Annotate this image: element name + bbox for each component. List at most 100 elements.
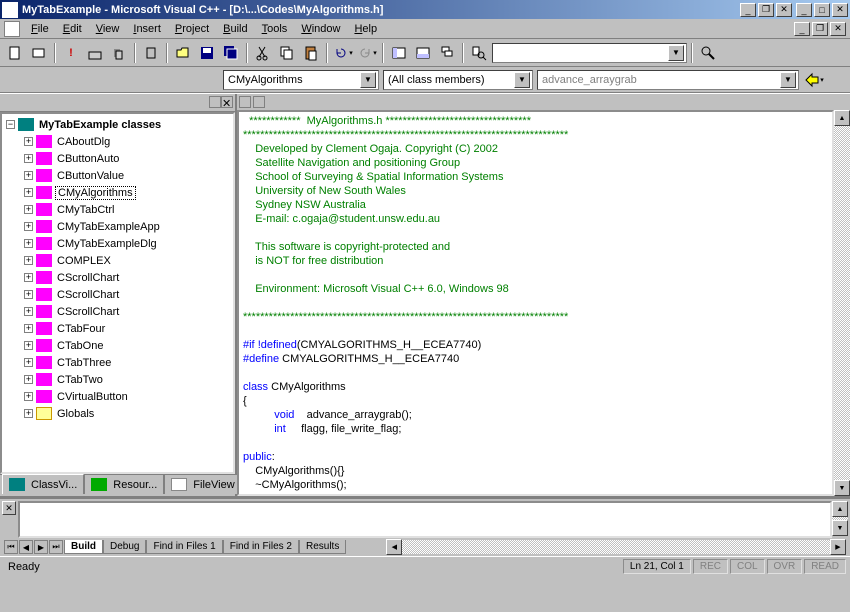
scroll-up-icon[interactable]: ▲ <box>834 110 850 126</box>
open-button[interactable] <box>172 42 194 64</box>
tree-expand-icon[interactable]: + <box>24 392 33 401</box>
code-editor[interactable]: ************ MyAlgorithms.h ************… <box>237 110 834 496</box>
tab-classview[interactable]: ClassVi... <box>2 474 84 494</box>
tree-item[interactable]: +CTabThree <box>4 354 231 371</box>
split-button-2[interactable] <box>253 96 265 108</box>
new-button[interactable] <box>28 42 50 64</box>
new-text-button[interactable] <box>4 42 26 64</box>
scroll-down-icon[interactable]: ▼ <box>832 520 848 536</box>
output-vscrollbar[interactable]: ▲ ▼ <box>832 501 848 536</box>
tree-expand-icon[interactable]: + <box>24 290 33 299</box>
menu-view[interactable]: View <box>89 21 127 37</box>
tree-expand-icon[interactable]: + <box>24 188 33 197</box>
mdi-child-minimize[interactable]: _ <box>794 22 810 36</box>
maximize-button[interactable]: □ <box>814 3 830 17</box>
tree-expand-icon[interactable]: + <box>24 222 33 231</box>
tree-item[interactable]: +CTabFour <box>4 320 231 337</box>
menu-window[interactable]: Window <box>294 21 347 37</box>
menu-project[interactable]: Project <box>168 21 216 37</box>
dropdown-icon[interactable]: ▼ <box>780 72 796 88</box>
output-tab-debug[interactable]: Debug <box>103 540 146 554</box>
find-button[interactable] <box>697 42 719 64</box>
tree-item[interactable]: +CMyTabCtrl <box>4 201 231 218</box>
split-button-1[interactable] <box>239 96 251 108</box>
tree-expand-icon[interactable]: + <box>24 137 33 146</box>
build-button[interactable] <box>84 42 106 64</box>
mdi-child-close[interactable]: ✕ <box>830 22 846 36</box>
workspace-button[interactable] <box>388 42 410 64</box>
tree-item[interactable]: +CAboutDlg <box>4 133 231 150</box>
tree-expand-icon[interactable]: + <box>24 273 33 282</box>
tree-root[interactable]: − MyTabExample classes <box>4 116 231 133</box>
mdi-child-restore[interactable]: ❐ <box>812 22 828 36</box>
mdi-minimize-button[interactable]: _ <box>740 3 756 17</box>
editor-vscrollbar[interactable]: ▲ ▼ <box>834 110 850 496</box>
stop-build-button[interactable] <box>108 42 130 64</box>
tree-item[interactable]: +CButtonAuto <box>4 150 231 167</box>
tab-resourceview[interactable]: Resour... <box>84 474 164 494</box>
tree-expand-icon[interactable]: + <box>24 154 33 163</box>
paste-button[interactable] <box>300 42 322 64</box>
tree-expand-icon[interactable]: + <box>24 341 33 350</box>
tree-root-label[interactable]: MyTabExample classes <box>37 119 163 131</box>
output-tab-find-in-files-2[interactable]: Find in Files 2 <box>223 540 299 554</box>
tree-collapse-icon[interactable]: − <box>6 120 15 129</box>
class-combo[interactable]: CMyAlgorithms ▼ <box>223 70 379 90</box>
dropdown-icon[interactable]: ▼ <box>360 72 376 88</box>
tab-nav-last[interactable]: ⏭ <box>49 540 63 554</box>
mdi-restore-button[interactable]: ❐ <box>758 3 774 17</box>
tree-item[interactable]: +CTabOne <box>4 337 231 354</box>
close-button[interactable]: ✕ <box>832 3 848 17</box>
tree-item[interactable]: +CTabTwo <box>4 371 231 388</box>
tree-expand-icon[interactable]: + <box>24 375 33 384</box>
find-in-files-button[interactable] <box>468 42 490 64</box>
save-all-button[interactable] <box>220 42 242 64</box>
output-tab-results[interactable]: Results <box>299 540 346 554</box>
tree-item[interactable]: +CMyTabExampleDlg <box>4 235 231 252</box>
sidebar-dock-button[interactable] <box>209 96 221 108</box>
copy-button[interactable] <box>276 42 298 64</box>
attach-button[interactable] <box>140 42 162 64</box>
tree-expand-icon[interactable]: + <box>24 307 33 316</box>
tab-fileview[interactable]: FileView <box>164 474 241 494</box>
tree-expand-icon[interactable]: + <box>24 409 33 418</box>
tab-nav-prev[interactable]: ◀ <box>19 540 33 554</box>
scroll-down-icon[interactable]: ▼ <box>834 480 850 496</box>
menu-help[interactable]: Help <box>347 21 384 37</box>
minimize-button[interactable]: _ <box>796 3 812 17</box>
redo-button[interactable]: ▾ <box>356 42 378 64</box>
tree-expand-icon[interactable]: + <box>24 324 33 333</box>
tree-item[interactable]: +CButtonValue <box>4 167 231 184</box>
sidebar-close-button[interactable]: ✕ <box>221 96 233 108</box>
tree-expand-icon[interactable]: + <box>24 358 33 367</box>
wizard-action-button[interactable]: ▾ <box>803 69 825 91</box>
window-list-button[interactable] <box>436 42 458 64</box>
menu-insert[interactable]: Insert <box>126 21 168 37</box>
mdi-close-button[interactable]: ✕ <box>776 3 792 17</box>
output-button[interactable] <box>412 42 434 64</box>
tree-expand-icon[interactable]: + <box>24 171 33 180</box>
output-tab-find-in-files-1[interactable]: Find in Files 1 <box>146 540 222 554</box>
cut-button[interactable] <box>252 42 274 64</box>
tree-item[interactable]: +COMPLEX <box>4 252 231 269</box>
menu-build[interactable]: Build <box>216 21 254 37</box>
output-tab-build[interactable]: Build <box>64 540 103 554</box>
tree-item[interactable]: +CScrollChart <box>4 303 231 320</box>
members-combo[interactable]: (All class members) ▼ <box>383 70 533 90</box>
tree-item[interactable]: +CScrollChart <box>4 269 231 286</box>
tab-nav-next[interactable]: ▶ <box>34 540 48 554</box>
output-close-button[interactable]: ✕ <box>2 501 16 515</box>
function-combo[interactable]: advance_arraygrab ▼ <box>537 70 799 90</box>
menu-tools[interactable]: Tools <box>255 21 295 37</box>
mdi-system-icon[interactable] <box>4 21 20 37</box>
tree-item[interactable]: +CVirtualButton <box>4 388 231 405</box>
tree-item[interactable]: +Globals <box>4 405 231 422</box>
find-combo[interactable]: ▼ <box>492 43 687 63</box>
output-text[interactable] <box>18 501 832 538</box>
tree-expand-icon[interactable]: + <box>24 256 33 265</box>
tree-item[interactable]: +CMyTabExampleApp <box>4 218 231 235</box>
tree-item[interactable]: +CMyAlgorithms <box>4 184 231 201</box>
dropdown-icon[interactable]: ▼ <box>668 45 684 61</box>
class-tree[interactable]: − MyTabExample classes +CAboutDlg+CButtonA… <box>0 112 235 474</box>
hscroll-left-icon[interactable]: ◀ <box>386 539 402 555</box>
